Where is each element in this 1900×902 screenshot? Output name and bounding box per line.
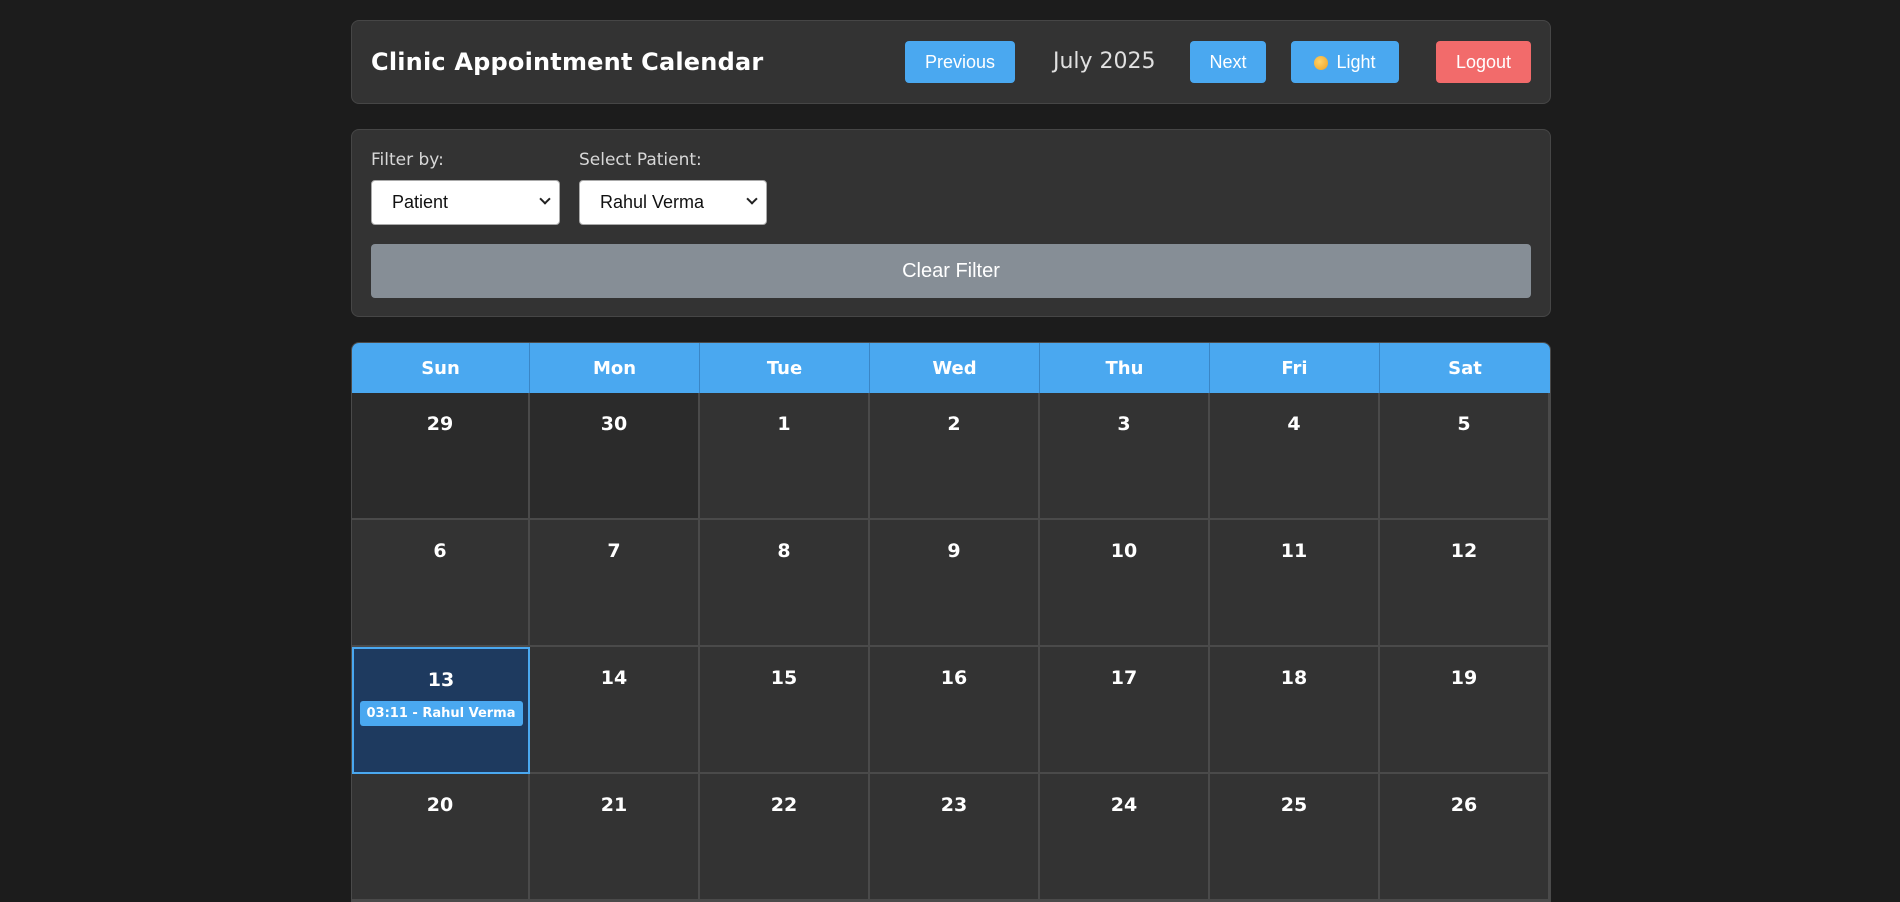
clear-filter-button[interactable]: Clear Filter xyxy=(371,244,1531,298)
theme-toggle-label: Light xyxy=(1336,51,1376,72)
weekday-thu: Thu xyxy=(1040,343,1210,393)
filter-by-select[interactable]: Patient xyxy=(371,180,560,225)
appointment-chip[interactable]: 03:11 - Rahul Verma xyxy=(359,701,523,726)
day-number: 14 xyxy=(600,667,628,689)
day-number: 29 xyxy=(426,413,454,435)
calendar-day-cell[interactable]: 6 xyxy=(352,520,530,647)
weekday-sun: Sun xyxy=(352,343,530,393)
weekday-tue: Tue xyxy=(700,343,870,393)
calendar-day-cell[interactable]: 20 xyxy=(352,774,530,901)
weekday-sat: Sat xyxy=(1448,357,1482,379)
weekday-header: Sun Mon Tue Wed Thu Fri Sat xyxy=(352,343,1550,393)
day-number: 2 xyxy=(947,413,961,435)
calendar-day-cell[interactable]: 1 xyxy=(700,393,870,520)
day-number: 23 xyxy=(940,794,968,816)
day-number: 20 xyxy=(426,794,454,816)
calendar-day-cell[interactable]: 17 xyxy=(1040,647,1210,774)
weekday-fri: Fri xyxy=(1210,343,1380,393)
day-number: 5 xyxy=(1457,413,1471,435)
calendar-day-cell[interactable]: 19 xyxy=(1380,647,1550,774)
calendar-day-cell[interactable]: 12 xyxy=(1380,520,1550,647)
calendar-day-cell[interactable]: 16 xyxy=(870,647,1040,774)
select-patient-label: Select Patient: xyxy=(579,150,702,170)
calendar-day-cell[interactable]: 24 xyxy=(1040,774,1210,901)
calendar-day-cell[interactable]: 22 xyxy=(700,774,870,901)
next-month-button[interactable]: Next xyxy=(1190,41,1266,83)
calendar-day-cell[interactable]: 5 xyxy=(1380,393,1550,520)
chevron-down-icon xyxy=(746,193,758,205)
calendar-day-cell[interactable]: 3 xyxy=(1040,393,1210,520)
patient-select[interactable]: Rahul Verma xyxy=(579,180,767,225)
day-number: 16 xyxy=(940,667,968,689)
sun-icon xyxy=(1314,56,1329,70)
calendar-day-cell[interactable]: 26 xyxy=(1380,774,1550,901)
day-number: 4 xyxy=(1287,413,1301,435)
calendar-grid: 29 30 1 2 3 4 5 6 7 8 9 10 11 12 13 03:11 - Rahul Verma… xyxy=(352,393,1550,901)
calendar-day-cell[interactable]: 25 xyxy=(1210,774,1380,901)
calendar-day-cell[interactable]: 11 xyxy=(1210,520,1380,647)
calendar-day-cell[interactable]: 13 03:11 - Rahul Verma xyxy=(352,647,530,774)
day-number: 11 xyxy=(1280,540,1308,562)
day-number: 3 xyxy=(1117,413,1131,435)
day-number: 7 xyxy=(607,540,621,562)
calendar-day-cell[interactable]: 15 xyxy=(700,647,870,774)
day-number: 12 xyxy=(1450,540,1478,562)
calendar-day-cell[interactable]: 29 xyxy=(352,393,530,520)
filter-by-value: Patient xyxy=(392,192,449,212)
calendar-day-cell[interactable]: 9 xyxy=(870,520,1040,647)
filter-by-label: Filter by: xyxy=(371,150,444,170)
calendar-day-cell[interactable]: 21 xyxy=(530,774,700,901)
day-number: 24 xyxy=(1110,794,1138,816)
day-number: 17 xyxy=(1110,667,1138,689)
day-number: 19 xyxy=(1450,667,1478,689)
day-number: 25 xyxy=(1280,794,1308,816)
calendar-day-cell[interactable]: 7 xyxy=(530,520,700,647)
calendar-day-cell[interactable]: 2 xyxy=(870,393,1040,520)
calendar-day-cell[interactable]: 10 xyxy=(1040,520,1210,647)
calendar-day-cell[interactable]: 14 xyxy=(530,647,700,774)
calendar-day-cell[interactable]: 30 xyxy=(530,393,700,520)
day-number: 9 xyxy=(947,540,961,562)
weekday-mon: Mon xyxy=(530,343,700,393)
day-number: 8 xyxy=(777,540,791,562)
calendar-day-cell[interactable]: 18 xyxy=(1210,647,1380,774)
calendar-day-cell[interactable]: 8 xyxy=(700,520,870,647)
app-container: Clinic Appointment Calendar Previous Jul… xyxy=(351,20,1551,902)
day-number: 1 xyxy=(777,413,791,435)
calendar-day-cell[interactable]: 23 xyxy=(870,774,1040,901)
current-month-label: July 2025 xyxy=(1053,49,1156,74)
day-number: 10 xyxy=(1110,540,1138,562)
patient-value: Rahul Verma xyxy=(600,192,705,212)
app-header: Clinic Appointment Calendar Previous Jul… xyxy=(351,20,1551,104)
day-number: 18 xyxy=(1280,667,1308,689)
filter-panel: Filter by: Select Patient: Patient Rahul… xyxy=(351,129,1551,317)
day-number: 15 xyxy=(770,667,798,689)
day-number: 6 xyxy=(433,540,447,562)
day-number: 26 xyxy=(1450,794,1478,816)
weekday-wed: Wed xyxy=(870,343,1040,393)
day-number: 30 xyxy=(600,413,628,435)
logout-button[interactable]: Logout xyxy=(1436,41,1531,83)
page-title: Clinic Appointment Calendar xyxy=(371,48,764,76)
calendar: Sun Mon Tue Wed Thu Fri Sat 29 30 1 2 3 4 5 6 7 8… xyxy=(351,342,1551,902)
day-number: 13 xyxy=(427,669,455,691)
chevron-down-icon xyxy=(539,193,551,205)
day-number: 21 xyxy=(600,794,628,816)
previous-month-button[interactable]: Previous xyxy=(905,41,1015,83)
calendar-day-cell[interactable]: 4 xyxy=(1210,393,1380,520)
theme-toggle-button[interactable]: Light xyxy=(1291,41,1399,83)
day-number: 22 xyxy=(770,794,798,816)
